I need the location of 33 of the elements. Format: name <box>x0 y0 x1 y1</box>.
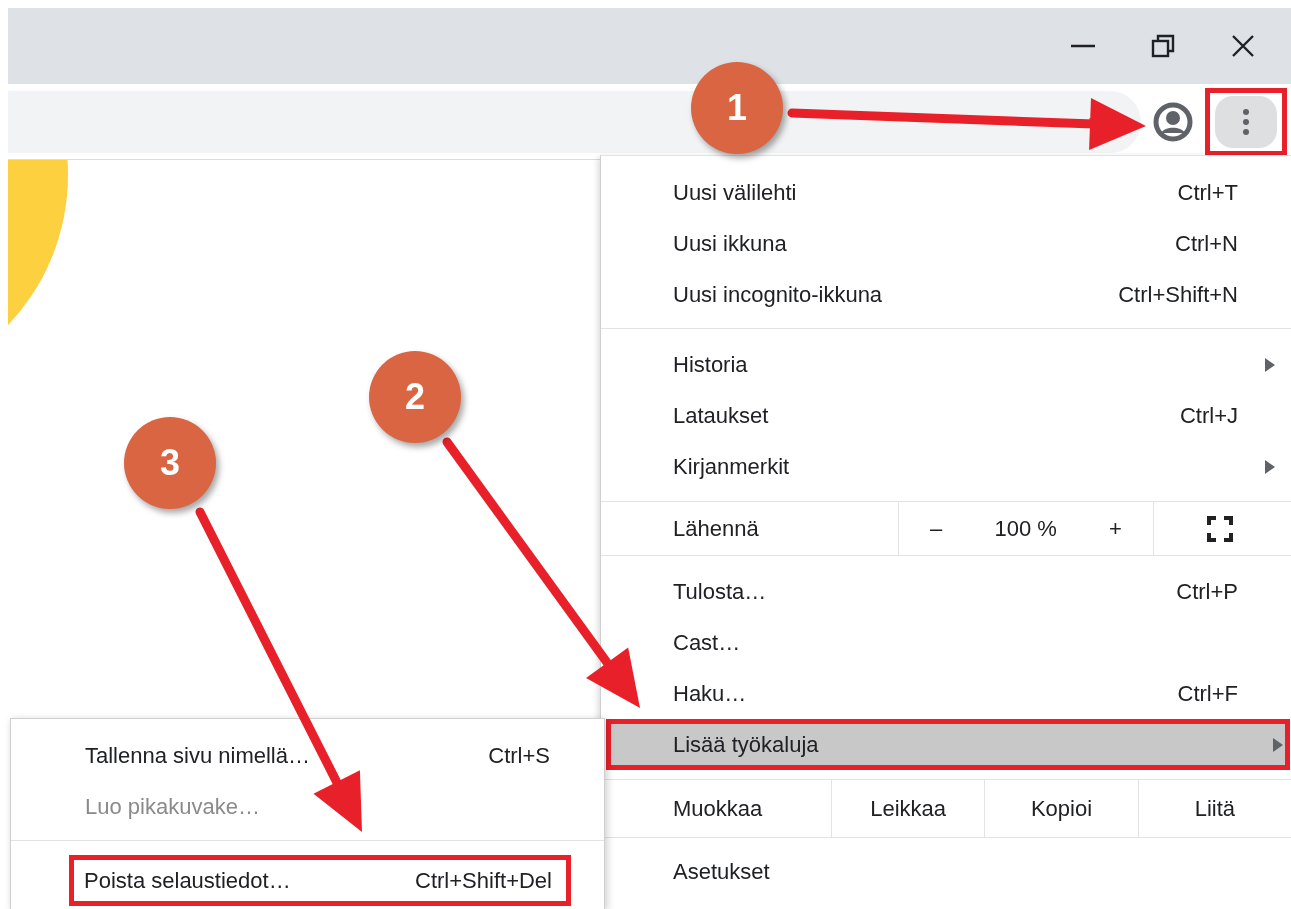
menu-item[interactable]: Asetukset <box>601 846 1291 897</box>
menu-item[interactable]: Poista selaustiedot… Ctrl+Shift+Del <box>69 855 571 906</box>
submenu-arrow-icon <box>1265 357 1275 372</box>
submenu-arrow-icon <box>1265 459 1275 474</box>
close-icon[interactable] <box>1231 34 1255 58</box>
edit-action-button[interactable]: Leikkaa <box>831 780 985 837</box>
menu-item[interactable]: Tulosta… Ctrl+P <box>601 566 1291 617</box>
minimize-icon[interactable] <box>1071 44 1095 48</box>
zoom-out-button[interactable]: – <box>920 511 953 546</box>
menu-item[interactable]: Uusi välilehti Ctrl+T <box>601 167 1291 218</box>
menu-item[interactable]: Lisää työkaluja <box>606 719 1290 770</box>
menu-item-label: Muokkaa <box>672 794 764 823</box>
edit-action-button[interactable]: Kopioi <box>984 780 1138 837</box>
menu-item[interactable]: Uusi incognito-ikkuna Ctrl+Shift+N <box>601 269 1291 320</box>
step-badge: 2 <box>369 351 461 443</box>
submenu-arrow-icon <box>1273 737 1283 752</box>
menu-item[interactable]: Uusi ikkuna Ctrl+N <box>601 218 1291 269</box>
account-icon[interactable] <box>1153 101 1193 142</box>
menu-icon <box>1243 108 1249 135</box>
menu-item[interactable]: Cast… <box>601 617 1291 668</box>
menu-item[interactable]: Tallenna sivu nimellä… Ctrl+S <box>11 730 604 781</box>
menu-item[interactable]: Historia <box>601 339 1291 390</box>
menu-item-label: Lähennä <box>672 514 760 543</box>
step-badge: 3 <box>124 417 216 509</box>
restore-icon[interactable] <box>1151 34 1175 58</box>
zoom-in-button[interactable]: + <box>1099 511 1132 546</box>
menu-button[interactable] <box>1205 87 1287 156</box>
menu-item[interactable]: Haku… Ctrl+F <box>601 668 1291 719</box>
edit-action-button[interactable]: Liitä <box>1137 780 1291 837</box>
zoom-level: 100 % <box>994 515 1057 542</box>
fullscreen-icon <box>1206 515 1233 542</box>
menu-item[interactable]: Lataukset Ctrl+J <box>601 390 1291 441</box>
menu-item[interactable]: Kirjanmerkit <box>601 441 1291 492</box>
